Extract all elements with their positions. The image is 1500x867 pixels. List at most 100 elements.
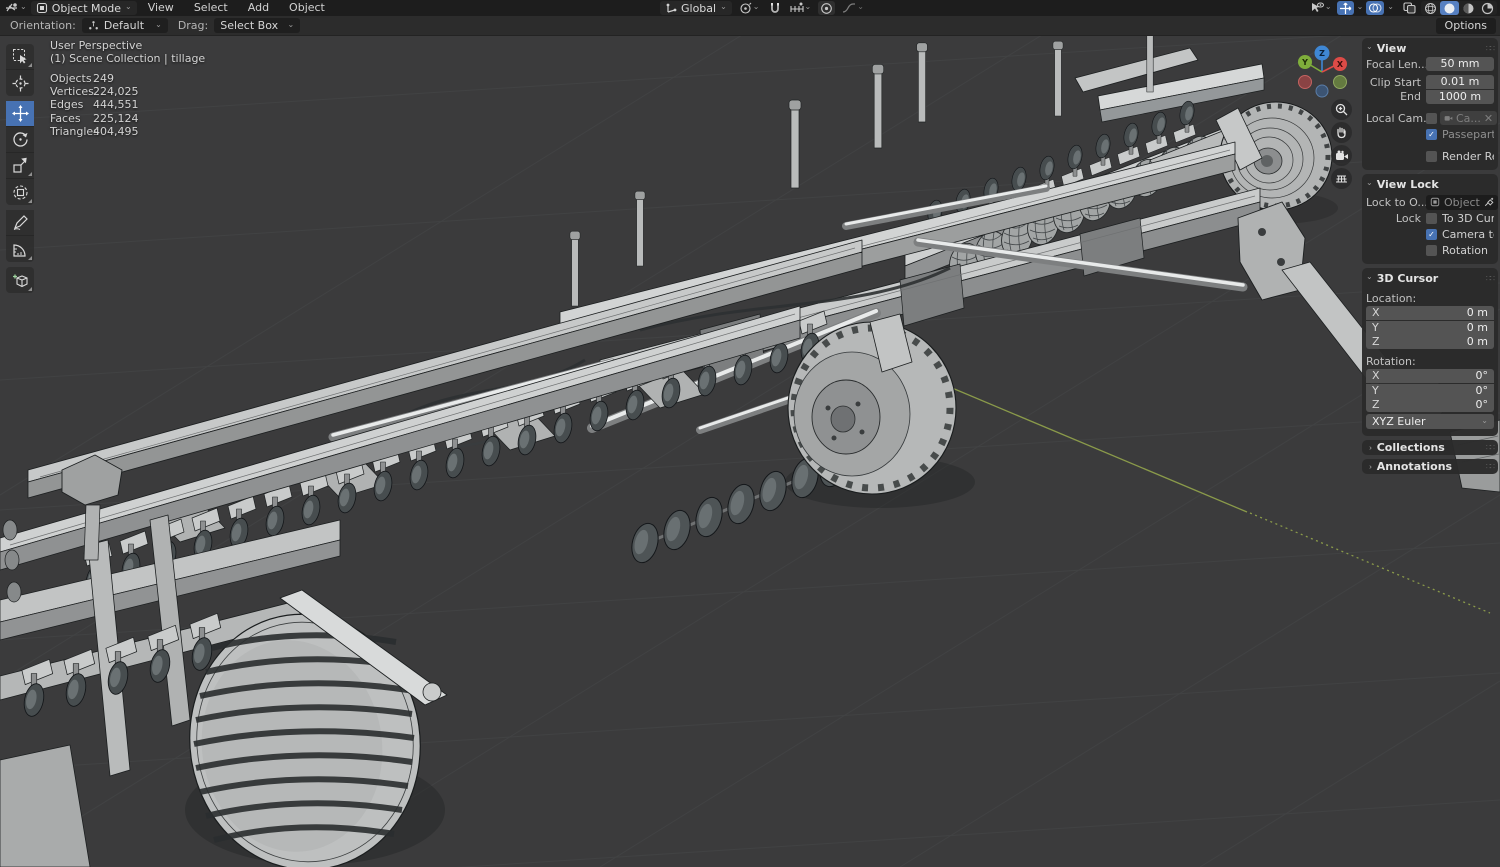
viewport-header: ⌄ Object Mode ⌄ View Select Add Object G… bbox=[0, 0, 1500, 16]
rotation-mode-dropdown[interactable]: XYZ Euler ⌄ bbox=[1366, 414, 1494, 429]
panel-annotations-title: Annotations bbox=[1376, 460, 1453, 473]
panel-3d-cursor-header[interactable]: ⌄ 3D Cursor ∷∷ bbox=[1366, 271, 1495, 285]
panel-view-lock-title: View Lock bbox=[1376, 177, 1439, 191]
stat-value: 249 bbox=[93, 71, 114, 85]
lock-to-object-field[interactable]: Object bbox=[1426, 194, 1498, 210]
tool-move[interactable] bbox=[6, 101, 34, 127]
snap-target-dropdown[interactable]: ⌄ bbox=[788, 1, 814, 15]
object-mode-icon bbox=[36, 2, 47, 14]
shading-material-button[interactable] bbox=[1459, 1, 1478, 15]
panel-grip-icon[interactable]: ∷∷ bbox=[1486, 462, 1495, 471]
drag-dropdown[interactable]: Select Box ⌄ bbox=[214, 18, 301, 33]
camera-field-text: Ca... bbox=[1456, 111, 1481, 125]
panel-annotations[interactable]: ⌄ Annotations ∷∷ bbox=[1362, 459, 1498, 474]
menu-object[interactable]: Object bbox=[280, 0, 334, 16]
editor-3d-viewport-icon bbox=[6, 3, 17, 12]
drag-value: Select Box bbox=[220, 19, 279, 32]
tool-scale[interactable] bbox=[6, 153, 34, 179]
menu-select[interactable]: Select bbox=[185, 0, 237, 16]
toolbar bbox=[6, 44, 34, 298]
show-gizmo-visibility-dropdown[interactable]: ⌄ bbox=[1308, 1, 1334, 15]
rendered-shading-icon bbox=[1481, 2, 1494, 14]
clip-end-field[interactable]: 1000 m bbox=[1426, 89, 1494, 104]
render-region-label: Render Regi... bbox=[1442, 149, 1494, 163]
menu-add[interactable]: Add bbox=[239, 0, 278, 16]
focal-length-field[interactable]: 50 mm bbox=[1426, 57, 1494, 71]
scale-tool-icon bbox=[12, 157, 27, 173]
solid-shading-icon bbox=[1444, 3, 1455, 13]
panel-collections-title: Collections bbox=[1376, 441, 1445, 454]
perspective-toggle-button[interactable] bbox=[1331, 168, 1352, 189]
stat-value: 225,124 bbox=[93, 111, 139, 125]
gizmos-toggle[interactable] bbox=[1336, 1, 1354, 15]
cursor-rotation-x-field[interactable]: X 0° bbox=[1366, 369, 1494, 383]
panel-collections[interactable]: ⌄ Collections ∷∷ bbox=[1362, 440, 1498, 455]
chevron-right-icon: ⌄ bbox=[1364, 463, 1374, 470]
wireframe-shading-icon bbox=[1425, 2, 1436, 14]
proportional-falloff-dropdown[interactable]: ⌄ bbox=[840, 1, 866, 15]
mode-dropdown[interactable]: Object Mode ⌄ bbox=[30, 1, 137, 15]
tool-measure[interactable] bbox=[6, 236, 34, 262]
passepartout-checkbox[interactable]: ✓ bbox=[1426, 128, 1437, 140]
camera-to-view-label: Camera to Vi... bbox=[1442, 227, 1494, 241]
shading-solid-button[interactable] bbox=[1440, 1, 1459, 15]
panel-view-lock-header[interactable]: ⌄ View Lock bbox=[1366, 177, 1494, 191]
tool-cursor[interactable] bbox=[6, 70, 34, 96]
render-region-checkbox[interactable] bbox=[1426, 150, 1437, 162]
menu-view[interactable]: View bbox=[139, 0, 183, 16]
panel-grip-icon[interactable]: ∷∷ bbox=[1486, 443, 1495, 452]
editor-type-button[interactable]: ⌄ bbox=[3, 1, 29, 15]
local-camera-field[interactable]: Ca... ✕ bbox=[1440, 111, 1498, 125]
gizmo-icon bbox=[1339, 2, 1351, 14]
measure-tool-icon bbox=[12, 243, 26, 257]
pivot-point-dropdown[interactable]: ⌄ bbox=[737, 1, 762, 15]
panel-grip-icon[interactable]: ∷∷ bbox=[1486, 274, 1495, 283]
panel-grip-icon[interactable]: ∷∷ bbox=[1486, 44, 1495, 53]
zoom-button[interactable] bbox=[1331, 99, 1352, 120]
shading-rendered-button[interactable] bbox=[1478, 1, 1497, 15]
tool-rotate[interactable] bbox=[6, 127, 34, 153]
orientation-dropdown[interactable]: Default ⌄ bbox=[81, 18, 168, 33]
orientation-default-icon bbox=[88, 21, 98, 30]
tool-annotate[interactable] bbox=[6, 210, 34, 236]
camera-to-view-checkbox[interactable]: ✓ bbox=[1426, 228, 1437, 240]
hand-pan-icon bbox=[1337, 127, 1346, 139]
panel-view-header[interactable]: ⌄ View ∷∷ bbox=[1366, 41, 1495, 55]
stat-label: Faces bbox=[50, 111, 81, 125]
transform-orientation-dropdown[interactable]: Global ⌄ bbox=[660, 1, 732, 15]
cursor-rotation-z-field[interactable]: Z 0° bbox=[1366, 397, 1494, 412]
cursor-rotation-y-field[interactable]: Y 0° bbox=[1366, 383, 1494, 398]
navigation-gizmo[interactable]: Z Y X bbox=[1288, 42, 1352, 103]
shading-mode-group bbox=[1421, 1, 1497, 15]
shading-wireframe-button[interactable] bbox=[1421, 1, 1440, 15]
options-button[interactable]: Options bbox=[1435, 18, 1496, 34]
to-3d-cursor-checkbox[interactable] bbox=[1426, 212, 1437, 224]
blender-window: ⌄ Object Mode ⌄ View Select Add Object G… bbox=[0, 0, 1500, 867]
tool-add-cube[interactable] bbox=[6, 267, 34, 293]
move-tool-icon bbox=[11, 105, 29, 122]
panel-3d-cursor: ⌄ 3D Cursor ∷∷ Location: X0 m Y0 m Z0 m … bbox=[1362, 268, 1498, 436]
xray-toggle[interactable] bbox=[1401, 1, 1418, 15]
cursor-location-y-field[interactable]: Y0 m bbox=[1366, 320, 1494, 335]
eyedropper-icon[interactable] bbox=[1484, 197, 1494, 207]
3d-viewport-canvas[interactable] bbox=[0, 0, 1500, 867]
lock-rotation-checkbox[interactable] bbox=[1426, 244, 1437, 256]
proportional-editing-toggle[interactable] bbox=[818, 1, 836, 15]
transform-tool-icon bbox=[12, 184, 28, 200]
annotate-pen-icon bbox=[13, 215, 28, 231]
stat-value: 224,025 bbox=[93, 85, 139, 99]
pan-button[interactable] bbox=[1331, 122, 1352, 143]
cursor-location-z-field[interactable]: Z0 m bbox=[1366, 334, 1494, 349]
viewport-nav-buttons bbox=[1331, 99, 1352, 189]
clear-icon[interactable]: ✕ bbox=[1484, 112, 1493, 125]
3d-cursor-icon bbox=[12, 75, 28, 91]
tool-select-box[interactable] bbox=[6, 44, 34, 70]
overlays-toggle[interactable] bbox=[1366, 1, 1385, 15]
svg-text:X: X bbox=[1337, 60, 1344, 69]
clip-start-field[interactable]: 0.01 m bbox=[1426, 75, 1494, 89]
camera-view-button[interactable] bbox=[1331, 145, 1352, 166]
tool-transform[interactable] bbox=[6, 179, 34, 205]
local-camera-checkbox[interactable] bbox=[1426, 112, 1437, 124]
snap-toggle[interactable] bbox=[767, 1, 783, 15]
cursor-location-x-field[interactable]: X0 m bbox=[1366, 306, 1494, 320]
